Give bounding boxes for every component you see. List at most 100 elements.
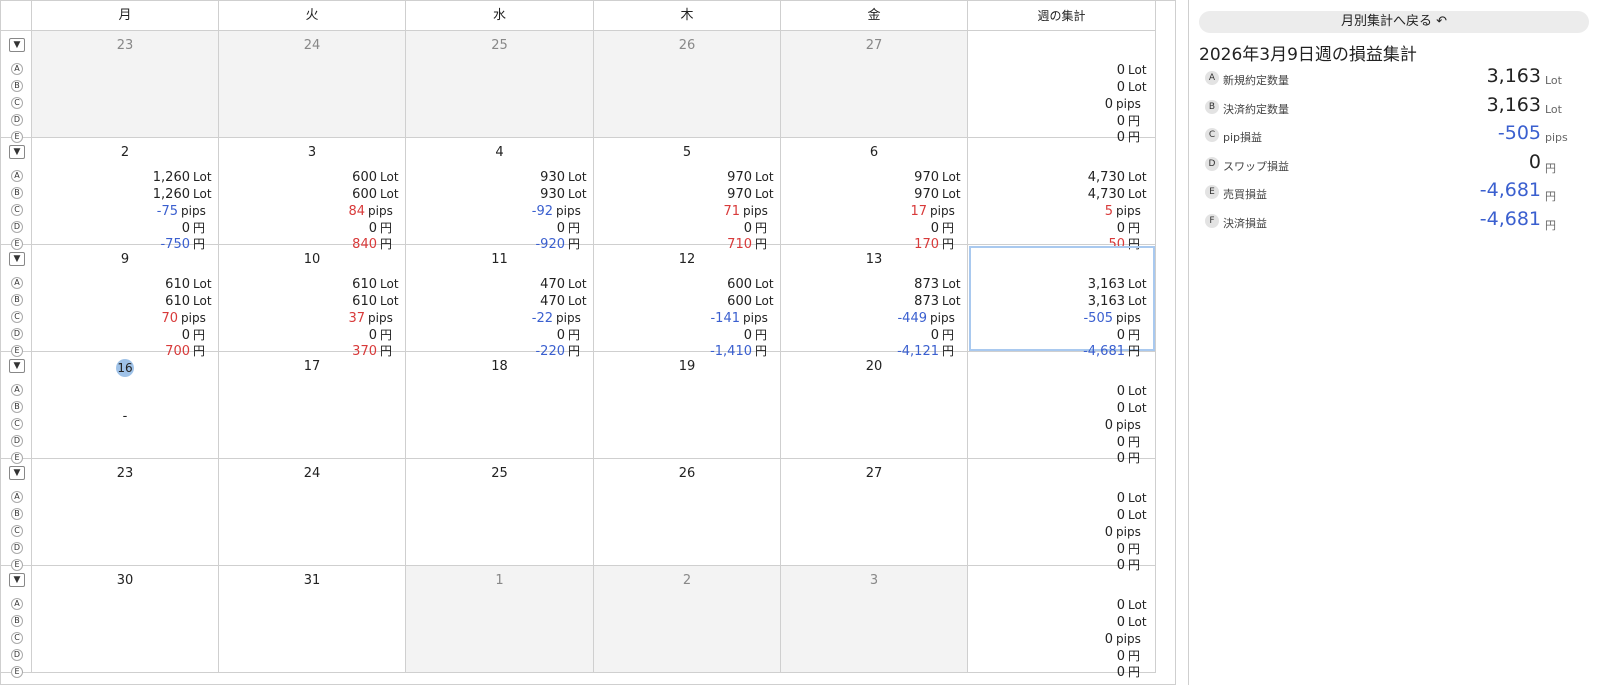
day-cell[interactable]: 23 — [32, 31, 219, 138]
week-summary-cell[interactable]: 0 Lot 0 Lot 0 pips 0 円 0 円 — [968, 566, 1156, 680]
week-summary-cell[interactable]: 3,163 Lot 3,163 Lot -505 pips 0 円 -4,681 円 — [968, 245, 1156, 359]
summary-row: B 決済約定数量 3,163 Lot — [1199, 93, 1581, 119]
week-row-labels: ▼ A B C D E — [1, 31, 32, 143]
row-letter-badge: A — [11, 384, 23, 396]
week-toggle-icon[interactable]: ▼ — [9, 359, 25, 373]
day-cell[interactable]: 31 — [219, 566, 406, 673]
summary-number: 0 — [1116, 542, 1125, 557]
value-unit: 円 — [193, 221, 206, 235]
summary-panel: 月別集計へ戻る ↶ 2026年3月9日週の損益集計 A 新規約定数量 3,163 Lo… — [1188, 0, 1598, 685]
value-number: 0 — [556, 221, 565, 236]
week-toggle-icon[interactable]: ▼ — [9, 466, 25, 480]
day-cell[interactable]: 13 873 Lot 873 Lot -449 pips 0 円 -4,121 円 — [781, 245, 968, 359]
day-cell[interactable]: 16 - — [32, 352, 219, 459]
value-number: 70 — [161, 311, 178, 326]
day-cell[interactable]: 23 — [32, 459, 219, 566]
summary-value-line: 0 Lot — [968, 490, 1154, 507]
header-weekday: 金 — [781, 1, 968, 31]
back-to-monthly-button[interactable]: 月別集計へ戻る ↶ — [1199, 11, 1589, 33]
row-letter-badge: B — [11, 80, 23, 92]
day-cell[interactable]: 6 970 Lot 970 Lot 17 pips 0 円 170 円 — [781, 138, 968, 252]
day-cell[interactable]: 2 1,260 Lot 1,260 Lot -75 pips 0 円 -750 円 — [32, 138, 219, 252]
week-summary-cell[interactable]: 0 Lot 0 Lot 0 pips 0 円 0 円 — [968, 31, 1156, 145]
value-number: 0 — [743, 221, 752, 236]
value-unit: Lot — [193, 187, 212, 201]
day-cell[interactable]: 17 — [219, 352, 406, 459]
value-unit: pips — [556, 204, 581, 218]
day-cell[interactable]: 30 — [32, 566, 219, 673]
value-unit: 円 — [942, 221, 955, 235]
day-number: 2 — [682, 573, 692, 588]
day-cell[interactable]: 20 — [781, 352, 968, 459]
day-value-line: 970 Lot — [594, 186, 781, 203]
panel-title: 2026年3月9日週の損益集計 — [1199, 45, 1417, 65]
summary-unit: Lot — [1128, 401, 1147, 415]
row-letter-badge: D — [11, 114, 23, 126]
week-toggle-icon[interactable]: ▼ — [9, 573, 25, 587]
summary-letter-badge: B — [1205, 99, 1219, 114]
value-unit: Lot — [755, 294, 774, 308]
summary-value-line: 0 Lot — [968, 507, 1154, 524]
week-summary-cell[interactable]: 4,730 Lot 4,730 Lot 5 pips 0 円 50 円 — [968, 138, 1156, 252]
day-cell[interactable]: 3 600 Lot 600 Lot 84 pips 0 円 840 円 — [219, 138, 406, 252]
value-number: 600 — [352, 170, 377, 185]
day-cell[interactable]: 3 — [781, 566, 968, 673]
value-number: 71 — [723, 204, 740, 219]
day-cell[interactable]: 27 — [781, 459, 968, 566]
day-value-line: 470 Lot — [406, 293, 594, 310]
day-cell[interactable]: 9 610 Lot 610 Lot 70 pips 0 円 700 円 — [32, 245, 219, 359]
day-cell[interactable]: 26 — [594, 31, 781, 138]
day-cell[interactable]: 12 600 Lot 600 Lot -141 pips 0 円 -1,410 円 — [594, 245, 781, 359]
day-cell[interactable]: 4 930 Lot 930 Lot -92 pips 0 円 -920 円 — [406, 138, 594, 252]
day-cell[interactable]: 10 610 Lot 610 Lot 37 pips 0 円 370 円 — [219, 245, 406, 359]
day-value-line: 0円 — [32, 327, 219, 344]
value-unit: pips — [743, 311, 768, 325]
summary-value-line: 0 pips — [968, 631, 1154, 648]
value-number: -75 — [156, 204, 178, 219]
summary-unit: Lot — [1128, 508, 1147, 522]
day-cell[interactable]: 2 — [594, 566, 781, 673]
value-number: 970 — [914, 187, 939, 202]
value-unit: pips — [743, 204, 768, 218]
week-toggle-icon[interactable]: ▼ — [9, 252, 25, 266]
day-cell[interactable]: 27 — [781, 31, 968, 138]
day-cell[interactable]: 24 — [219, 459, 406, 566]
week-toggle-icon[interactable]: ▼ — [9, 38, 25, 52]
value-number: 0 — [181, 328, 190, 343]
day-value-line: 610 Lot — [32, 276, 219, 293]
summary-value-line: 0 Lot — [968, 62, 1154, 79]
day-cell[interactable]: 5 970 Lot 970 Lot 71 pips 0 円 710 円 — [594, 138, 781, 252]
summary-number: 0 — [1116, 401, 1125, 416]
summary-number: 5 — [1104, 204, 1113, 219]
day-cell[interactable]: 18 — [406, 352, 594, 459]
value-number: 0 — [368, 328, 377, 343]
summary-unit: pips — [1116, 418, 1141, 432]
row-letter-badge: C — [11, 97, 23, 109]
summary-value: 3,163 — [1486, 93, 1541, 116]
day-number: 25 — [491, 466, 508, 481]
summary-value: -4,681 — [1479, 179, 1541, 201]
value-number: 930 — [540, 187, 565, 202]
day-cell[interactable]: 24 — [219, 31, 406, 138]
summary-unit: 円 — [1128, 435, 1141, 449]
value-number: 37 — [348, 311, 365, 326]
summary-number: 0 — [1104, 418, 1113, 433]
value-number: 610 — [165, 277, 190, 292]
week-summary-cell[interactable]: 0 Lot 0 Lot 0 pips 0 円 0 円 — [968, 459, 1156, 573]
day-cell[interactable]: 19 — [594, 352, 781, 459]
day-cell[interactable]: 25 — [406, 31, 594, 138]
week-summary-cell[interactable]: 0 Lot 0 Lot 0 pips 0 円 0 円 — [968, 352, 1156, 466]
day-value-line: 600 Lot — [594, 276, 781, 293]
week-toggle-icon[interactable]: ▼ — [9, 145, 25, 159]
value-unit: Lot — [942, 187, 961, 201]
summary-letter-badge: F — [1205, 213, 1219, 228]
summary-number: -505 — [1083, 311, 1113, 326]
summary-number: 0 — [1116, 598, 1125, 613]
day-cell[interactable]: 11 470 Lot 470 Lot -22 pips 0 円 -220 円 — [406, 245, 594, 359]
day-cell[interactable]: 25 — [406, 459, 594, 566]
summary-number: 0 — [1116, 615, 1125, 630]
day-cell[interactable]: 26 — [594, 459, 781, 566]
value-unit: 円 — [193, 328, 206, 342]
day-cell[interactable]: 1 — [406, 566, 594, 673]
day-value-line: 610 Lot — [32, 293, 219, 310]
